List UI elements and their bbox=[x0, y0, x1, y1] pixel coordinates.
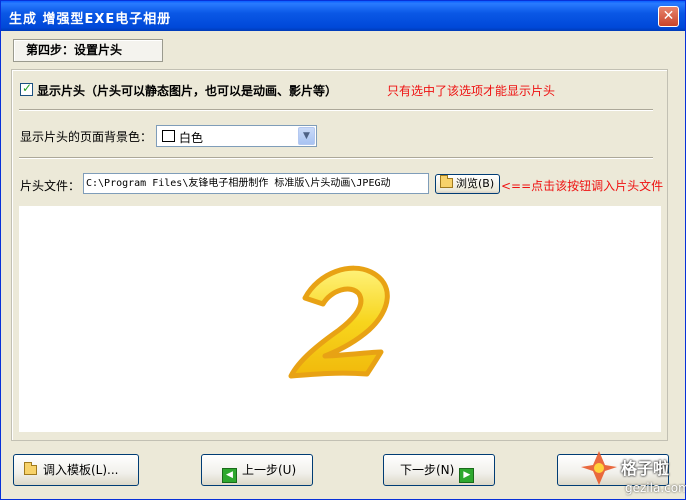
browse-button[interactable]: 浏览(B) bbox=[435, 174, 500, 194]
folder-open-icon bbox=[24, 462, 37, 475]
show-header-label: 显示片头（片头可以静态图片，也可以是动画、影片等） bbox=[37, 84, 338, 98]
background-color-value: 白色 bbox=[179, 131, 204, 145]
next-step-label: 下一步(N) bbox=[400, 463, 455, 477]
background-color-select[interactable]: 白色 ▼ bbox=[156, 125, 317, 147]
header-preview bbox=[19, 206, 661, 432]
next-step-button[interactable]: 下一步(N) ▶ bbox=[383, 454, 495, 486]
watermark-name: 格子啦 bbox=[621, 459, 670, 478]
watermark-url: gezila.com bbox=[625, 481, 686, 495]
digit-shape bbox=[288, 265, 390, 379]
show-header-hint: 只有选中了该选项才能显示片头 bbox=[387, 84, 556, 98]
browse-button-label: 浏览(B) bbox=[456, 177, 495, 190]
header-file-input[interactable]: C:\Program Files\友锋电子相册制作 标准版\片头动画\JPEG动 bbox=[83, 173, 429, 194]
previous-step-button[interactable]: ◀ 上一步(U) bbox=[201, 454, 313, 486]
watermark-logo-icon bbox=[581, 451, 617, 485]
chevron-down-icon[interactable]: ▼ bbox=[298, 127, 315, 145]
title-bar[interactable]: 生成 增强型EXE电子相册 ✕ bbox=[1, 1, 685, 31]
header-file-label: 片头文件： bbox=[20, 179, 81, 193]
show-header-checkbox[interactable] bbox=[20, 81, 33, 96]
folder-open-icon bbox=[440, 175, 453, 188]
load-template-label: 调入模板(L)... bbox=[43, 463, 119, 477]
divider bbox=[19, 157, 653, 159]
load-template-button[interactable]: 调入模板(L)... bbox=[13, 454, 139, 486]
background-color-label: 显示片头的页面背景色： bbox=[20, 130, 153, 144]
color-swatch bbox=[162, 130, 175, 142]
browse-hint: <==点击该按钮调入片头文件 bbox=[501, 179, 664, 193]
divider bbox=[19, 109, 653, 111]
preview-digit-graphic bbox=[288, 265, 390, 379]
previous-step-label: 上一步(U) bbox=[242, 463, 297, 477]
step-title: 第四步：设置片头 bbox=[13, 39, 163, 62]
window-title: 生成 增强型EXE电子相册 bbox=[9, 12, 172, 27]
arrow-left-icon: ◀ bbox=[222, 468, 237, 483]
arrow-right-icon: ▶ bbox=[459, 468, 475, 483]
close-icon: ✕ bbox=[662, 8, 675, 24]
site-watermark: 格子啦 gezila.com bbox=[567, 441, 686, 500]
close-button[interactable]: ✕ bbox=[658, 6, 679, 27]
generator-window: 生成 增强型EXE电子相册 ✕ 第四步：设置片头 显示片头（片头可以静态图片，也… bbox=[0, 0, 686, 500]
